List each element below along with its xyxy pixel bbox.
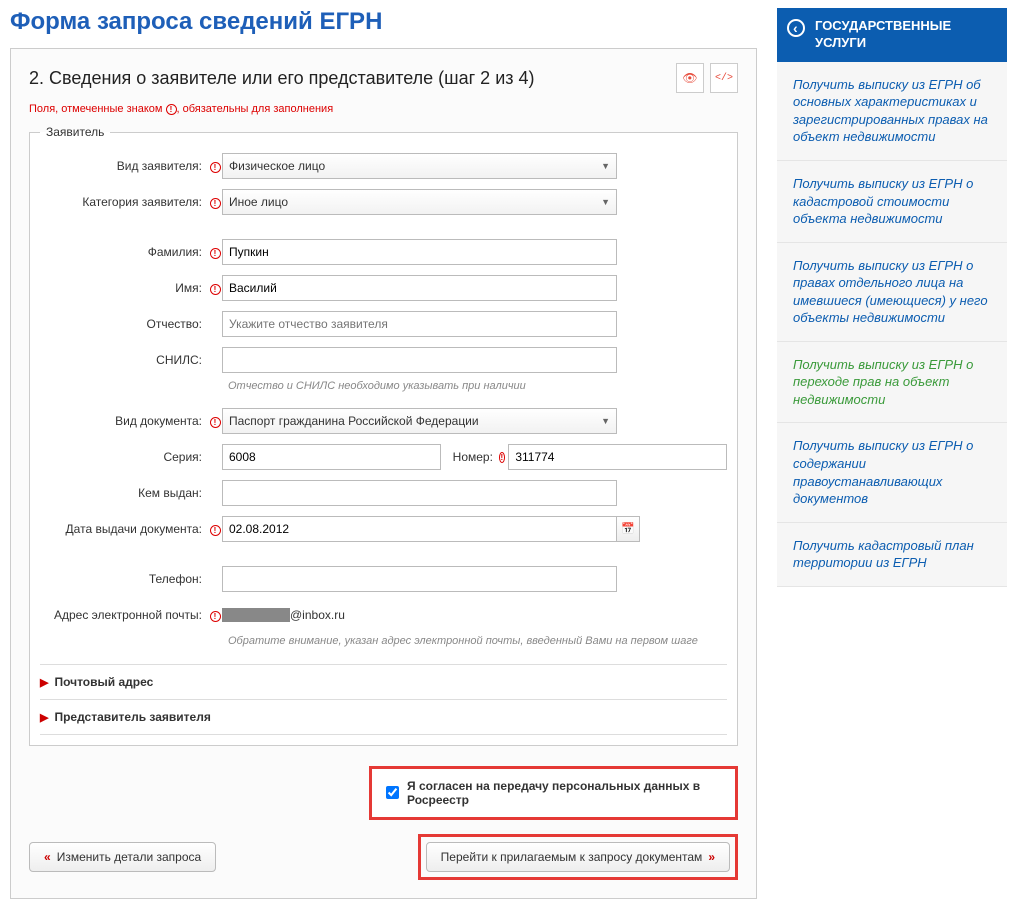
applicant-fieldset: Заявитель Вид заявителя: ! Физическое ли… xyxy=(29,125,738,746)
back-button[interactable]: «Изменить детали запроса xyxy=(29,842,216,872)
sidebar-list-item: Получить выписку из ЕГРН о правах отдель… xyxy=(777,243,1007,342)
next-button[interactable]: Перейти к прилагаемым к запросу документ… xyxy=(426,842,730,872)
email-hint: Обратите внимание, указан адрес электрон… xyxy=(228,634,727,649)
required-mark-icon: ! xyxy=(499,452,505,463)
chevron-down-icon: ▼ xyxy=(601,161,610,171)
name-label: Имя: xyxy=(40,281,208,295)
sidebar-header: ГОСУДАРСТВЕННЫЕ УСЛУГИ xyxy=(777,8,1007,62)
issued-by-input[interactable] xyxy=(222,480,617,506)
series-input[interactable] xyxy=(222,444,441,470)
surname-input[interactable] xyxy=(222,239,617,265)
patronymic-label: Отчество: xyxy=(40,317,208,331)
required-note: Поля, отмеченные знаком !, обязательны д… xyxy=(29,103,738,115)
postal-address-toggle[interactable]: ▶Почтовый адрес xyxy=(40,664,727,699)
form-container: 2. Сведения о заявителе или его представ… xyxy=(10,48,757,899)
required-mark-icon: ! xyxy=(210,525,221,536)
sidebar-list-item: Получить выписку из ЕГРН о переходе прав… xyxy=(777,342,1007,424)
issue-date-input[interactable] xyxy=(222,516,617,542)
required-mark-icon: ! xyxy=(210,198,221,209)
email-value: xxxx@inbox.ru xyxy=(222,608,727,622)
number-input[interactable] xyxy=(508,444,727,470)
surname-label: Фамилия: xyxy=(40,245,208,259)
chevron-right-icon: ▶ xyxy=(40,677,48,689)
calendar-icon[interactable]: 📅 xyxy=(616,516,640,542)
preview-icon[interactable]: 👁 xyxy=(676,63,704,93)
sidebar-list-item: Получить выписку из ЕГРН о кадастровой с… xyxy=(777,161,1007,243)
consent-label: Я согласен на передачу персональных данн… xyxy=(407,779,721,807)
applicant-type-label: Вид заявителя: xyxy=(40,159,208,173)
clock-back-icon xyxy=(787,19,805,37)
doc-type-select[interactable]: Паспорт гражданина Российской Федерации▼ xyxy=(222,408,617,434)
applicant-category-select[interactable]: Иное лицо▼ xyxy=(222,189,617,215)
sidebar-list-item: Получить кадастровый план территории из … xyxy=(777,523,1007,587)
sidebar-item-4[interactable]: Получить выписку из ЕГРН о содержании пр… xyxy=(793,437,991,507)
consent-checkbox[interactable] xyxy=(386,786,399,799)
sidebar-item-2[interactable]: Получить выписку из ЕГРН о правах отдель… xyxy=(793,257,991,327)
chevron-down-icon: ▼ xyxy=(601,197,610,207)
name-input[interactable] xyxy=(222,275,617,301)
xml-icon[interactable]: </> xyxy=(710,63,738,93)
chevron-left-icon: « xyxy=(44,850,51,864)
series-label: Серия: xyxy=(40,450,208,464)
sidebar-item-5[interactable]: Получить кадастровый план территории из … xyxy=(793,537,991,572)
patronymic-input[interactable] xyxy=(222,311,617,337)
sidebar-list-item: Получить выписку из ЕГРН об основных хар… xyxy=(777,62,1007,161)
sidebar-list-item: Получить выписку из ЕГРН о содержании пр… xyxy=(777,423,1007,522)
doc-type-label: Вид документа: xyxy=(40,414,208,428)
page-title: Форма запроса сведений ЕГРН xyxy=(10,8,757,36)
chevron-down-icon: ▼ xyxy=(601,416,610,426)
patronymic-snils-hint: Отчество и СНИЛС необходимо указывать пр… xyxy=(228,379,727,394)
snils-label: СНИЛС: xyxy=(40,353,208,367)
consent-box: Я согласен на передачу персональных данн… xyxy=(369,766,738,820)
chevron-right-icon: ▶ xyxy=(40,712,48,724)
required-mark-icon: ! xyxy=(210,417,221,428)
required-mark-icon: ! xyxy=(210,248,221,259)
required-mark-icon: ! xyxy=(210,284,221,295)
number-label: Номер: xyxy=(453,450,493,464)
phone-input[interactable] xyxy=(222,566,617,592)
required-mark-icon: ! xyxy=(166,104,177,115)
applicant-type-select[interactable]: Физическое лицо▼ xyxy=(222,153,617,179)
issued-by-label: Кем выдан: xyxy=(40,486,208,500)
fieldset-legend: Заявитель xyxy=(40,125,110,139)
applicant-category-label: Категория заявителя: xyxy=(40,195,208,209)
chevron-right-icon: » xyxy=(708,850,715,864)
step-title: 2. Сведения о заявителе или его представ… xyxy=(29,68,535,89)
required-mark-icon: ! xyxy=(210,162,221,173)
sidebar-item-1[interactable]: Получить выписку из ЕГРН о кадастровой с… xyxy=(793,175,991,228)
sidebar: ГОСУДАРСТВЕННЫЕ УСЛУГИ Получить выписку … xyxy=(777,8,1007,899)
phone-label: Телефон: xyxy=(40,572,208,586)
representative-toggle[interactable]: ▶Представитель заявителя xyxy=(40,699,727,735)
email-label: Адрес электронной почты: xyxy=(40,608,208,624)
snils-input[interactable] xyxy=(222,347,617,373)
issue-date-label: Дата выдачи документа: xyxy=(40,522,208,536)
sidebar-item-0[interactable]: Получить выписку из ЕГРН об основных хар… xyxy=(793,76,991,146)
required-mark-icon: ! xyxy=(210,611,221,622)
sidebar-item-3[interactable]: Получить выписку из ЕГРН о переходе прав… xyxy=(793,356,991,409)
